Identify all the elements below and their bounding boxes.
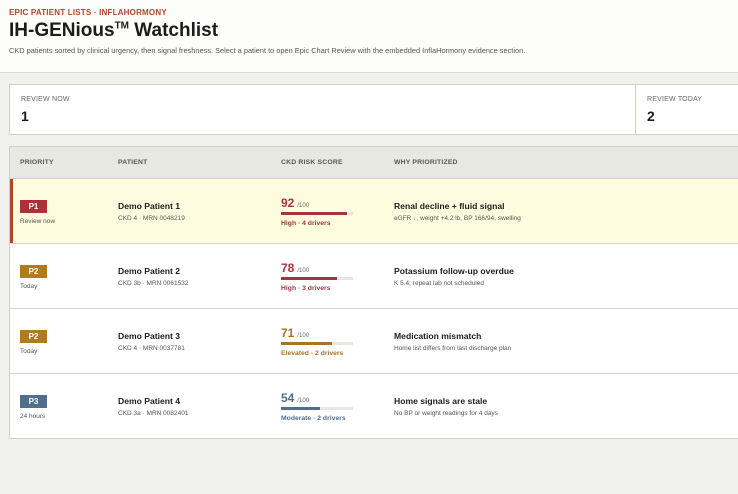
- table-body: P1 Review now Demo Patient 1 CKD 4 · MRN 00…: [10, 179, 738, 438]
- patient-name[interactable]: Demo Patient 4: [118, 396, 180, 406]
- risk-score-value: 78: [281, 261, 295, 275]
- page-title: IH-GENiousTM Watchlist: [9, 20, 218, 42]
- patient-name[interactable]: Demo Patient 1: [118, 201, 180, 211]
- priority-badge: P2: [20, 330, 47, 343]
- risk-band: Moderate · 2 drivers: [281, 415, 346, 422]
- table-row[interactable]: P1 Review now Demo Patient 1 CKD 4 · MRN 00…: [10, 179, 738, 244]
- risk-score-bar: [281, 277, 353, 280]
- review-today-card: REVIEW TODAY 2: [636, 85, 738, 134]
- column-header-why: WHY PRIORITIZED: [394, 159, 458, 166]
- table-row[interactable]: P2 Today Demo Patient 3 CKD 4 · MRN 0037781…: [10, 309, 738, 374]
- patient-meta: CKD 3b · MRN 0061532: [118, 280, 189, 287]
- prioritization-reason: Potassium follow-up overdue: [394, 266, 514, 276]
- title-suffix: Watchlist: [129, 20, 219, 41]
- risk-score-bar-fill: [281, 342, 333, 345]
- risk-score-max: /100: [297, 333, 310, 339]
- review-now-card: REVIEW NOW 1: [10, 85, 636, 134]
- risk-score-value: 54: [281, 391, 295, 405]
- column-header-risk-score: CKD RISK SCORE: [281, 159, 343, 166]
- risk-score-bar: [281, 407, 353, 410]
- risk-score-value: 71: [281, 326, 295, 340]
- risk-score-bar-fill: [281, 407, 320, 410]
- risk-score: 78/100: [281, 261, 309, 275]
- table-header: PRIORITY PATIENT CKD RISK SCORE WHY PRIO…: [10, 147, 738, 179]
- review-window: Today: [20, 348, 38, 355]
- risk-score-value: 92: [281, 196, 295, 210]
- risk-band: Elevated · 2 drivers: [281, 350, 344, 357]
- watchlist-table: PRIORITY PATIENT CKD RISK SCORE WHY PRIO…: [9, 146, 738, 439]
- prioritization-detail: eGFR ↓, weight +4.2 lb, BP 166/94, swell…: [394, 215, 521, 222]
- risk-score-max: /100: [297, 398, 310, 404]
- table-row[interactable]: P2 Today Demo Patient 2 CKD 3b · MRN 006153…: [10, 244, 738, 309]
- risk-score-bar-fill: [281, 277, 338, 280]
- patient-meta: CKD 4 · MRN 0037781: [118, 345, 185, 352]
- priority-badge: P2: [20, 265, 47, 278]
- review-window: Review now: [20, 218, 56, 225]
- title-text: IH-GENious: [9, 20, 115, 41]
- summary-panel: REVIEW NOW 1 REVIEW TODAY 2: [9, 84, 738, 135]
- prioritization-reason: Home signals are stale: [394, 396, 488, 406]
- patient-name[interactable]: Demo Patient 2: [118, 266, 180, 276]
- patient-meta: CKD 3a · MRN 0082401: [118, 410, 189, 417]
- risk-score-max: /100: [297, 268, 310, 274]
- patient-meta: CKD 4 · MRN 0048219: [118, 215, 185, 222]
- risk-score-bar: [281, 342, 353, 345]
- review-now-count: 1: [21, 108, 29, 124]
- risk-score-bar: [281, 212, 353, 215]
- risk-score-bar-fill: [281, 212, 348, 215]
- risk-score: 71/100: [281, 326, 309, 340]
- column-header-priority: PRIORITY: [20, 159, 54, 166]
- review-window: Today: [20, 283, 38, 290]
- risk-band: High · 3 drivers: [281, 285, 331, 292]
- table-row[interactable]: P3 24 hours Demo Patient 4 CKD 3a · MRN 008…: [10, 374, 738, 438]
- review-now-label: REVIEW NOW: [21, 96, 70, 103]
- risk-score: 54/100: [281, 391, 309, 405]
- prioritization-detail: No BP or weight readings for 4 days: [394, 410, 498, 417]
- risk-score-max: /100: [297, 203, 310, 209]
- column-header-patient: PATIENT: [118, 159, 148, 166]
- prioritization-reason: Renal decline + fluid signal: [394, 201, 505, 211]
- risk-band: High · 4 drivers: [281, 220, 331, 227]
- prioritization-reason: Medication mismatch: [394, 331, 482, 341]
- review-window: 24 hours: [20, 413, 46, 420]
- risk-score: 92/100: [281, 196, 309, 210]
- trademark-mark: TM: [114, 20, 130, 32]
- review-today-count: 2: [647, 108, 655, 124]
- prioritization-detail: K 5.4; repeat lab not scheduled: [394, 280, 484, 287]
- breadcrumb: EPIC PATIENT LISTS · INFLAHORMONY: [9, 8, 167, 17]
- priority-badge: P3: [20, 395, 47, 408]
- patient-name[interactable]: Demo Patient 3: [118, 331, 180, 341]
- review-today-label: REVIEW TODAY: [647, 96, 703, 103]
- page-header: EPIC PATIENT LISTS · INFLAHORMONY IH-GEN…: [0, 0, 738, 73]
- priority-badge: P1: [20, 200, 47, 213]
- page-subtitle: CKD patients sorted by clinical urgency,…: [9, 46, 526, 55]
- prioritization-detail: Home list differs from last discharge pl…: [394, 345, 512, 352]
